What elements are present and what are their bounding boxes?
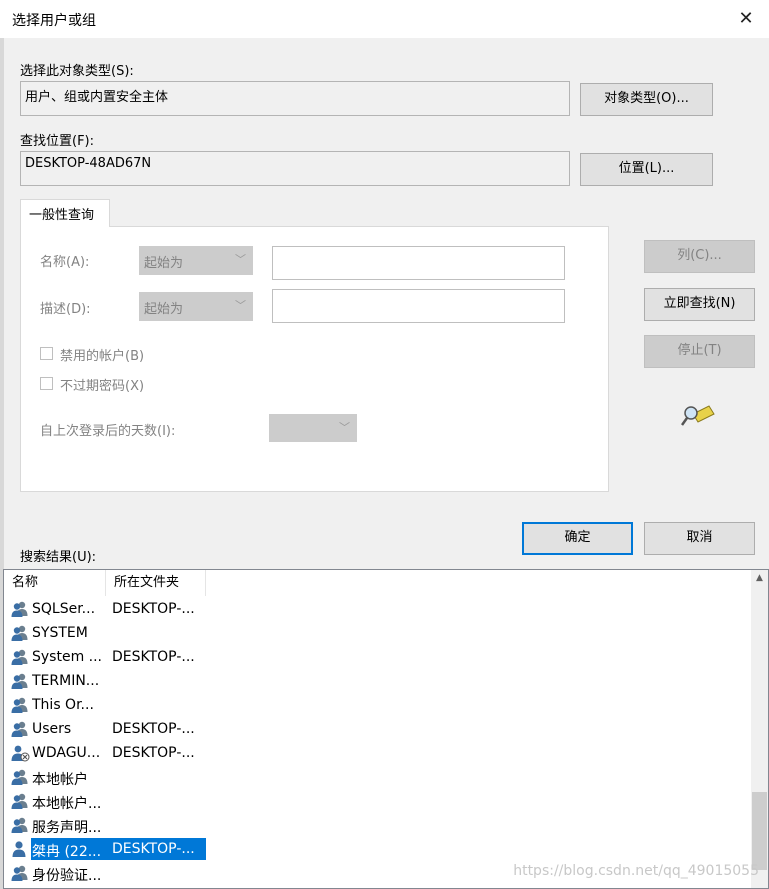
result-name: 本地帐户	[32, 772, 88, 788]
common-queries-panel: 名称(A): 起始为 ﹀ 描述(D): 起始为 ﹀ 禁用的帐户(B) 不过期密码…	[20, 226, 609, 492]
result-name: SYSTEM	[32, 625, 88, 641]
ok-button[interactable]: 确定	[522, 522, 633, 555]
scroll-up-icon[interactable]: ▲	[751, 570, 768, 587]
title-bar: 选择用户或组 ✕	[0, 0, 769, 38]
search-flashlight-icon	[681, 405, 715, 426]
group-icon	[11, 697, 28, 713]
non-expiring-password-checkbox[interactable]	[40, 377, 53, 390]
search-results-list[interactable]: 名称 所在文件夹 SQLSer... DESKTOP-... SYSTEM Syste…	[3, 569, 769, 889]
group-icon	[11, 817, 28, 833]
result-folder: DESKTOP-...	[112, 745, 195, 761]
column-header-name[interactable]: 名称	[4, 570, 106, 596]
column-header-folder[interactable]: 所在文件夹	[106, 570, 206, 596]
result-name: WDAGU...	[32, 745, 101, 761]
chevron-down-icon: ﹀	[339, 421, 350, 434]
group-icon	[11, 673, 28, 689]
result-name: 桀冉 (22...	[32, 844, 102, 860]
close-icon[interactable]: ✕	[723, 0, 769, 38]
group-icon	[11, 793, 28, 809]
result-name: SQLSer...	[32, 601, 96, 617]
group-icon	[11, 721, 28, 737]
window-title: 选择用户或组	[12, 13, 96, 29]
days-since-logon-select[interactable]: ﹀	[269, 414, 357, 442]
result-name: Users	[32, 721, 72, 737]
group-icon	[11, 865, 28, 881]
list-item[interactable]: System ... DESKTOP-...	[4, 645, 753, 669]
list-item[interactable]: 服务声明...	[4, 813, 753, 837]
list-item[interactable]: SYSTEM	[4, 621, 753, 645]
result-name: 身份验证...	[32, 868, 102, 884]
name-match-select[interactable]: 起始为 ﹀	[139, 246, 253, 275]
result-name: 本地帐户...	[32, 796, 102, 812]
user-icon	[12, 841, 26, 857]
tab-common-queries[interactable]: 一般性查询	[20, 199, 110, 227]
disabled-accounts-checkbox[interactable]	[40, 347, 53, 360]
result-name: This Or...	[32, 697, 94, 713]
result-folder: DESKTOP-...	[112, 841, 195, 857]
group-icon	[11, 649, 28, 665]
group-icon	[11, 625, 28, 641]
description-match-select[interactable]: 起始为 ﹀	[139, 292, 253, 321]
list-item[interactable]: SQLSer... DESKTOP-...	[4, 597, 753, 621]
name-label: 名称(A):	[40, 255, 90, 270]
list-item[interactable]: 本地帐户...	[4, 789, 753, 813]
result-name: 服务声明...	[32, 820, 102, 836]
result-name: System ...	[32, 649, 103, 665]
locations-button[interactable]: 位置(L)...	[580, 153, 713, 186]
list-item[interactable]: 桀冉 (22... DESKTOP-...	[4, 837, 753, 861]
user-disabled-icon	[11, 745, 30, 762]
non-expiring-password-label: 不过期密码(X)	[60, 379, 145, 394]
result-folder: DESKTOP-...	[112, 601, 195, 617]
location-field: DESKTOP-48AD67N	[20, 151, 570, 186]
disabled-accounts-label: 禁用的帐户(B)	[60, 349, 145, 364]
chevron-down-icon: ﹀	[235, 253, 246, 266]
description-label: 描述(D):	[40, 302, 91, 317]
days-since-logon-label: 自上次登录后的天数(I):	[40, 424, 176, 439]
stop-button[interactable]: 停止(T)	[644, 335, 755, 368]
list-item[interactable]: This Or...	[4, 693, 753, 717]
columns-button[interactable]: 列(C)...	[644, 240, 755, 273]
location-label: 查找位置(F):	[20, 134, 95, 149]
watermark: https://blog.csdn.net/qq_49015055	[513, 863, 759, 879]
name-input[interactable]	[272, 246, 565, 280]
list-item[interactable]: 本地帐户	[4, 765, 753, 789]
search-results-label: 搜索结果(U):	[20, 550, 97, 565]
scrollbar-thumb[interactable]	[752, 792, 767, 870]
object-type-label: 选择此对象类型(S):	[20, 64, 134, 79]
result-folder: DESKTOP-...	[112, 721, 195, 737]
group-icon	[11, 769, 28, 785]
description-match-value: 起始为	[144, 302, 184, 317]
description-input[interactable]	[272, 289, 565, 323]
chevron-down-icon: ﹀	[235, 299, 246, 312]
list-item[interactable]: TERMIN...	[4, 669, 753, 693]
list-item[interactable]: Users DESKTOP-...	[4, 717, 753, 741]
object-type-field: 用户、组或内置安全主体	[20, 81, 570, 116]
result-name: TERMIN...	[32, 673, 100, 689]
object-types-button[interactable]: 对象类型(O)...	[580, 83, 713, 116]
find-now-button[interactable]: 立即查找(N)	[644, 288, 755, 321]
name-match-value: 起始为	[144, 256, 184, 271]
cancel-button[interactable]: 取消	[644, 522, 755, 555]
result-folder: DESKTOP-...	[112, 649, 195, 665]
list-item[interactable]: WDAGU... DESKTOP-...	[4, 741, 753, 765]
vertical-scrollbar[interactable]: ▲	[751, 570, 768, 888]
group-icon	[11, 601, 28, 617]
